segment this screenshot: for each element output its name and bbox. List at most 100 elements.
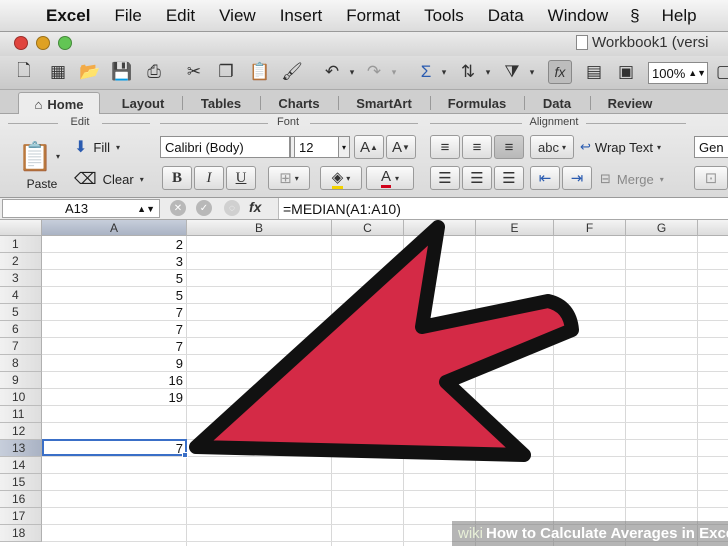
increase-indent-button[interactable]: ⇥ [562,166,592,190]
row-header-9[interactable]: 9 [0,372,42,389]
row-header-18[interactable]: 18 [0,525,42,542]
row-header-11[interactable]: 11 [0,406,42,423]
cell-a3[interactable]: 5 [42,270,186,287]
font-color-button[interactable]: A ▾ [366,166,414,190]
templates-icon[interactable]: ▦ [46,60,70,84]
cell-a6[interactable]: 7 [42,321,186,338]
paste-icon[interactable]: 📋 [248,60,272,84]
cell-a5[interactable]: 7 [42,304,186,321]
row-header-5[interactable]: 5 [0,304,42,321]
fill-color-button[interactable]: ◈ ▾ [320,166,362,190]
formula-builder-icon[interactable]: fx [548,60,572,84]
align-left-button[interactable]: ☰ [430,166,460,190]
menu-file[interactable]: File [102,6,153,26]
menu-tools[interactable]: Tools [412,6,476,26]
autosum-icon[interactable]: Σ [414,60,438,84]
redo-icon[interactable]: ↷ [362,60,386,84]
number-format-button[interactable]: ⊡ [694,166,728,190]
select-all-corner[interactable] [0,220,42,236]
paste-dropdown-icon[interactable]: ▾ [56,152,60,161]
cell-a11[interactable] [42,406,186,423]
cut-icon[interactable]: ✂ [182,60,206,84]
column-header-c[interactable]: C [332,220,404,236]
column-header-d[interactable]: D [404,220,476,236]
cell-a4[interactable]: 5 [42,287,186,304]
cancel-entry-icon[interactable]: ✕ [170,200,186,216]
align-middle-button[interactable]: ≡ [462,135,492,159]
row-header-7[interactable]: 7 [0,338,42,355]
column-header-g[interactable]: G [626,220,698,236]
cell-a2[interactable]: 3 [42,253,186,270]
italic-button[interactable]: I [194,166,224,190]
number-format-select[interactable]: Gen [694,136,728,158]
row-header-13[interactable]: 13 [0,440,42,457]
clear-button[interactable]: ⌫ Clear ▾ [74,168,154,190]
gallery-icon[interactable]: ▤ [582,60,606,84]
row-header-14[interactable]: 14 [0,457,42,474]
cell-a10[interactable]: 19 [42,389,186,406]
tab-home[interactable]: ⌂ Home [18,92,100,115]
align-bottom-button[interactable]: ≡ [494,135,524,159]
cell-a14[interactable] [42,457,186,474]
save-icon[interactable]: 💾 [110,60,134,84]
sort-icon[interactable]: ⇅ [456,60,480,84]
menu-data[interactable]: Data [476,6,536,26]
row-header-4[interactable]: 4 [0,287,42,304]
spreadsheet-grid[interactable]: A B C D E F G 1 2 2 3 3 5 4 5 5 7 6 7 7 7 8 9 9 16 10 19 11 1… [0,220,728,546]
filter-icon[interactable]: ⧩ [500,60,524,84]
tab-data[interactable]: Data [528,93,586,113]
row-header-16[interactable]: 16 [0,491,42,508]
new-document-icon[interactable]: 🗋 [12,60,36,84]
tab-review[interactable]: Review [594,93,666,113]
minimize-window-button[interactable] [36,36,50,50]
redo-dropdown-icon[interactable]: ▾ [388,60,400,84]
undo-dropdown-icon[interactable]: ▾ [346,60,358,84]
font-name-select[interactable]: Calibri (Body) [160,136,290,158]
sort-dropdown-icon[interactable]: ▾ [482,60,494,84]
column-header-b[interactable]: B [187,220,332,236]
zoom-select[interactable]: 100% ▲▼ [648,62,708,84]
help-icon[interactable]: ▢ [712,60,728,84]
cell-a17[interactable] [42,508,186,525]
cell-a15[interactable] [42,474,186,491]
script-icon[interactable]: § [620,6,649,26]
column-header-f[interactable]: F [554,220,626,236]
cell-a9[interactable]: 16 [42,372,186,389]
bold-button[interactable]: B [162,166,192,190]
align-center-button[interactable]: ☰ [462,166,492,190]
undo-icon[interactable]: ↶ [320,60,344,84]
tab-tables[interactable]: Tables [186,93,256,113]
row-header-10[interactable]: 10 [0,389,42,406]
name-box[interactable]: A13 ▲▼ [2,199,160,218]
borders-button[interactable]: ⊞ ▾ [268,166,310,190]
align-right-button[interactable]: ☰ [494,166,524,190]
cell-a8[interactable]: 9 [42,355,186,372]
menu-edit[interactable]: Edit [154,6,207,26]
shrink-font-button[interactable]: A ▼ [386,135,416,159]
tab-formulas[interactable]: Formulas [434,93,520,113]
name-box-stepper-icon[interactable]: ▲▼ [137,204,155,214]
cell-a1[interactable]: 2 [42,236,186,253]
decrease-indent-button[interactable]: ⇤ [530,166,560,190]
menu-insert[interactable]: Insert [268,6,335,26]
fill-handle[interactable] [182,452,188,458]
cell-a18[interactable] [42,525,186,542]
row-header-6[interactable]: 6 [0,321,42,338]
row-header-1[interactable]: 1 [0,236,42,253]
zoom-window-button[interactable] [58,36,72,50]
font-size-dropdown-icon[interactable]: ▾ [338,136,350,158]
filter-dropdown-icon[interactable]: ▾ [526,60,538,84]
grow-font-button[interactable]: A ▲ [354,135,384,159]
text-orientation-button[interactable]: abc ▾ [530,135,574,159]
row-header-17[interactable]: 17 [0,508,42,525]
cell-a7[interactable]: 7 [42,338,186,355]
print-icon[interactable]: ⎙ [142,60,166,84]
wrap-text-button[interactable]: ↩ Wrap Text ▾ [580,136,684,158]
align-top-button[interactable]: ≡ [430,135,460,159]
fill-button[interactable]: ⬇ Fill ▾ [74,136,154,158]
paste-label[interactable]: Paste [20,176,64,192]
autosum-dropdown-icon[interactable]: ▾ [438,60,450,84]
menu-app[interactable]: Excel [40,6,102,26]
row-header-12[interactable]: 12 [0,423,42,440]
column-header-a[interactable]: A [42,220,187,236]
